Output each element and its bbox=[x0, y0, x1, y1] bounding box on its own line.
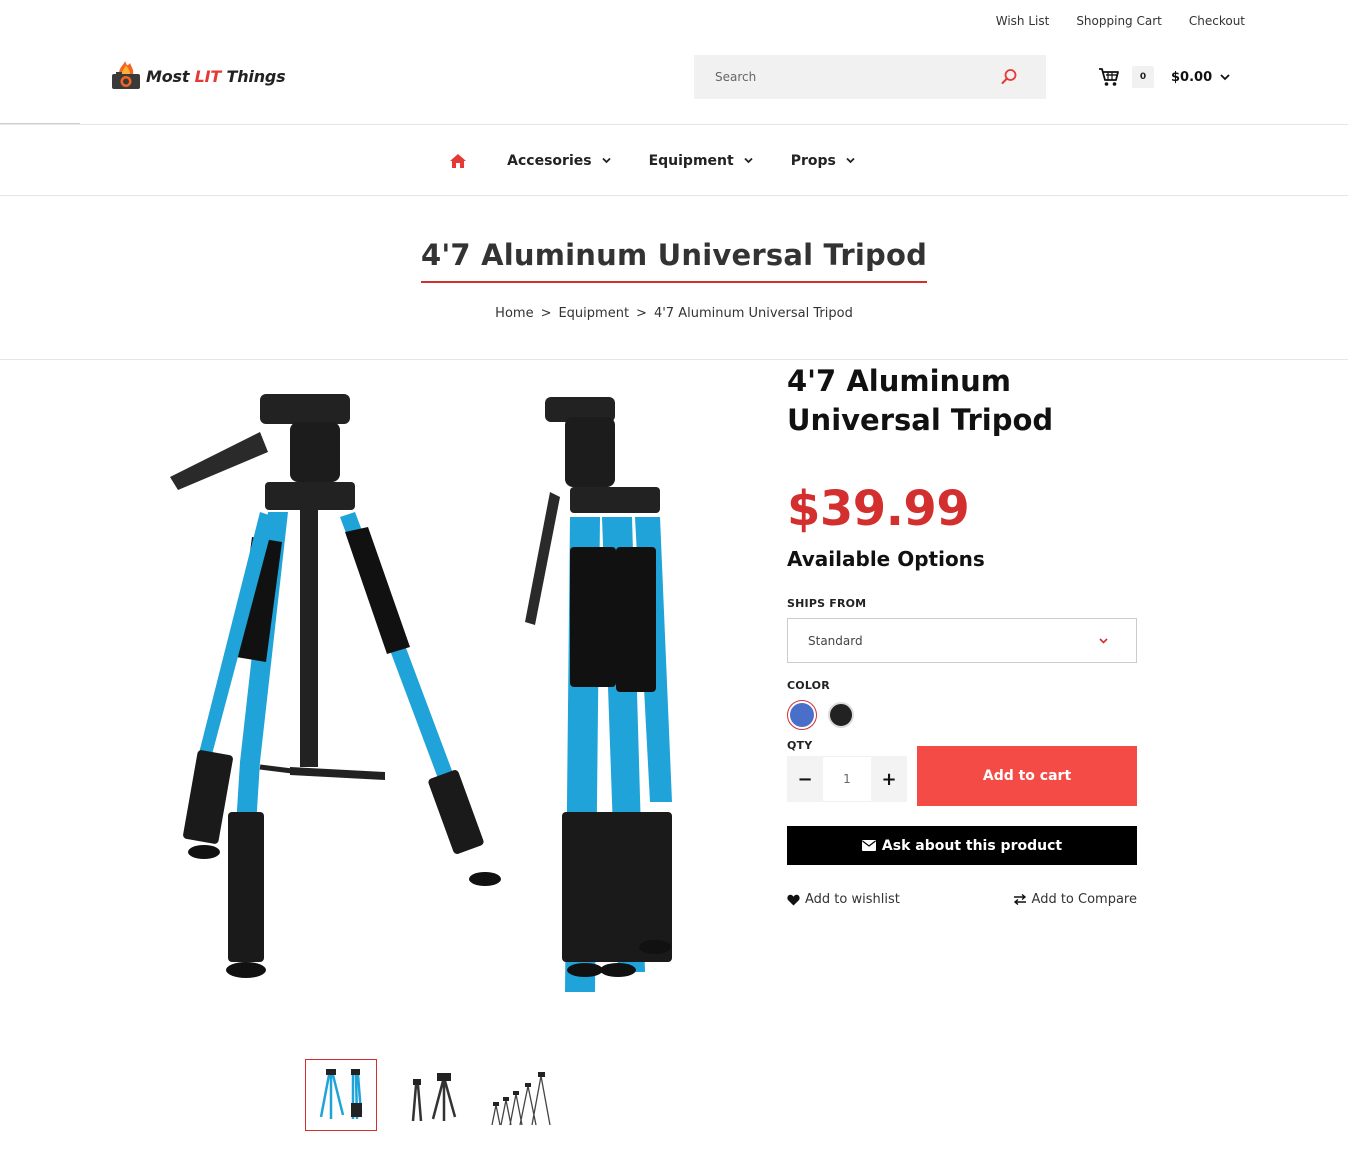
breadcrumb: Home > Equipment >4'7 Aluminum Universal Tr… bbox=[0, 306, 1348, 321]
header-divider bbox=[0, 124, 1348, 125]
tripod-thumbnail-image bbox=[411, 1073, 457, 1122]
nav-item-accesories[interactable]: Accesories bbox=[507, 152, 611, 169]
breadcrumb-equipment[interactable]: Equipment bbox=[558, 306, 629, 321]
camera-flame-icon bbox=[112, 61, 140, 89]
color-swatches bbox=[787, 700, 1147, 730]
swatch-fill bbox=[790, 703, 814, 727]
page-title-wrap: 4'7 Aluminum Universal Tripod bbox=[0, 238, 1348, 283]
chevron-down-icon bbox=[744, 157, 753, 164]
product-details: 4'7 Aluminum Universal Tripod $39.99 Ava… bbox=[787, 362, 1147, 907]
chevron-down-icon bbox=[1099, 637, 1108, 644]
color-swatch-black[interactable] bbox=[826, 700, 856, 730]
cart-total: $0.00 bbox=[1171, 69, 1213, 85]
ships-from-value: Standard bbox=[808, 633, 863, 648]
product-actions: Add to wishlist Add to Compare bbox=[787, 892, 1137, 907]
wish-list-link[interactable]: Wish List bbox=[996, 14, 1050, 28]
ask-about-product-button[interactable]: Ask about this product bbox=[787, 826, 1137, 865]
chevron-down-icon bbox=[601, 157, 611, 164]
logo-text: Most LIT Things bbox=[146, 66, 286, 86]
title-divider bbox=[0, 359, 1348, 360]
shopping-cart-link[interactable]: Shopping Cart bbox=[1076, 14, 1162, 28]
ask-label: Ask about this product bbox=[881, 837, 1063, 854]
checkout-link[interactable]: Checkout bbox=[1189, 14, 1245, 28]
color-label: COLOR bbox=[787, 679, 830, 692]
top-links: Wish List Shopping Cart Checkout bbox=[969, 14, 1245, 28]
qty-row: − 1 + Add to cart bbox=[787, 746, 1147, 806]
nav-item-label: Props bbox=[790, 152, 836, 169]
breadcrumb-current: 4'7 Aluminum Universal Tripod bbox=[653, 306, 853, 321]
ships-from-label: SHIPS FROM bbox=[787, 597, 867, 610]
chevron-down-icon bbox=[846, 157, 855, 164]
nav-item-props[interactable]: Props bbox=[791, 153, 855, 169]
product-main-image[interactable] bbox=[140, 372, 740, 1022]
wishlist-label: Add to wishlist bbox=[805, 892, 900, 907]
nav-item-label: Equipment bbox=[648, 152, 734, 169]
chevron-down-icon bbox=[1220, 74, 1230, 81]
breadcrumb-separator: > bbox=[636, 306, 647, 321]
compare-label: Add to Compare bbox=[1031, 892, 1137, 907]
envelope-icon bbox=[861, 840, 876, 851]
add-to-wishlist-link[interactable]: Add to wishlist bbox=[787, 892, 900, 907]
add-to-cart-button[interactable]: Add to cart bbox=[917, 746, 1137, 806]
color-swatch-blue[interactable] bbox=[787, 700, 817, 730]
home-icon[interactable] bbox=[449, 153, 467, 169]
thumbnail-2[interactable] bbox=[395, 1059, 467, 1131]
swatch-fill bbox=[828, 702, 854, 728]
tripod-thumbnail-image bbox=[491, 1072, 551, 1126]
heart-icon bbox=[787, 894, 800, 905]
quantity-stepper: − 1 + bbox=[787, 756, 907, 802]
breadcrumb-home[interactable]: Home bbox=[495, 306, 533, 321]
main-nav: Accesories Equipment Props bbox=[0, 126, 1348, 195]
thumbnail-3[interactable] bbox=[485, 1059, 557, 1131]
tripod-thumbnail-image bbox=[319, 1069, 363, 1120]
options-heading: Available Options bbox=[787, 547, 985, 571]
compare-arrows-icon bbox=[1013, 894, 1026, 905]
qty-plus-button[interactable]: + bbox=[871, 756, 907, 802]
product-title: 4'7 Aluminum Universal Tripod bbox=[787, 364, 1054, 437]
page-title: 4'7 Aluminum Universal Tripod bbox=[420, 238, 928, 283]
ships-from-select[interactable]: Standard bbox=[787, 618, 1137, 663]
cart-count: 0 bbox=[1132, 66, 1154, 88]
thumbnail-list bbox=[305, 1059, 575, 1131]
breadcrumb-separator: > bbox=[540, 306, 552, 321]
add-to-compare-link[interactable]: Add to Compare bbox=[1013, 892, 1137, 907]
search-input[interactable] bbox=[694, 70, 984, 84]
product-price: $39.99 bbox=[787, 481, 970, 537]
nav-divider bbox=[0, 195, 1348, 196]
site-logo[interactable]: Most LIT Things bbox=[110, 60, 286, 92]
search-box bbox=[694, 55, 1046, 99]
header-divider-accent bbox=[0, 123, 80, 124]
qty-minus-button[interactable]: − bbox=[787, 756, 823, 802]
nav-item-equipment[interactable]: Equipment bbox=[649, 153, 753, 169]
mini-cart[interactable]: 0 $0.00 bbox=[1098, 66, 1230, 88]
nav-item-label: Accesories bbox=[507, 152, 592, 169]
cart-icon bbox=[1099, 68, 1119, 86]
search-icon[interactable] bbox=[1000, 68, 1018, 86]
thumbnail-1[interactable] bbox=[305, 1059, 377, 1131]
qty-input[interactable]: 1 bbox=[823, 756, 871, 802]
